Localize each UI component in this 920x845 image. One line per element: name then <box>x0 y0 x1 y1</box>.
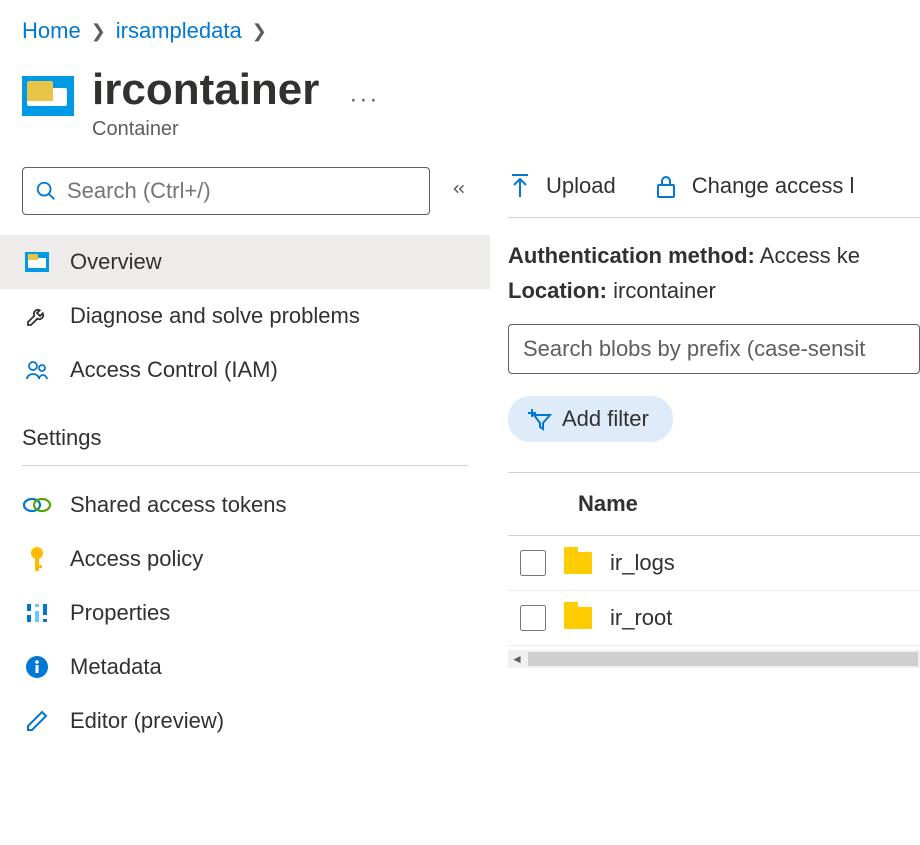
page-subtitle: Container <box>92 118 319 141</box>
blob-search-input[interactable]: Search blobs by prefix (case-sensit <box>508 324 920 374</box>
nav-item-label: Properties <box>70 600 170 626</box>
breadcrumb: Home ❯ irsampledata ❯ <box>0 0 920 44</box>
nav-overview[interactable]: Overview <box>0 235 490 289</box>
link-icon <box>22 495 52 515</box>
chevron-right-icon: ❯ <box>252 21 267 42</box>
table-row[interactable]: ir_root <box>508 591 920 646</box>
auth-method-label: Authentication method: <box>508 243 755 268</box>
change-access-button[interactable]: Change access l <box>654 173 855 199</box>
pencil-icon <box>22 709 52 733</box>
search-input[interactable] <box>67 178 417 204</box>
upload-icon <box>508 173 532 199</box>
container-icon <box>22 76 74 116</box>
tool-label: Change access l <box>692 173 855 199</box>
more-menu-icon[interactable]: ··· <box>349 86 379 114</box>
page-title: ircontainer <box>92 68 319 112</box>
add-filter-button[interactable]: Add filter <box>508 396 673 442</box>
info-block: Authentication method: Access ke Locatio… <box>508 238 920 308</box>
chevron-right-icon: ❯ <box>91 21 106 42</box>
location-value: ircontainer <box>607 278 716 303</box>
nav-properties[interactable]: Properties <box>22 586 468 640</box>
nav-diagnose[interactable]: Diagnose and solve problems <box>0 289 490 343</box>
page-header: ircontainer Container ··· <box>0 44 920 153</box>
auth-method-value: Access ke <box>755 243 860 268</box>
people-icon <box>22 358 52 382</box>
sidebar: Overview Diagnose and solve problems Acc… <box>0 153 490 762</box>
upload-button[interactable]: Upload <box>508 173 616 199</box>
horizontal-scrollbar[interactable]: ◄ <box>508 650 920 668</box>
scroll-track[interactable] <box>528 652 918 666</box>
nav-item-label: Overview <box>70 249 162 275</box>
lock-icon <box>654 173 678 199</box>
folder-icon <box>564 607 592 629</box>
nav-item-label: Access Control (IAM) <box>70 357 278 383</box>
search-icon <box>35 180 57 202</box>
overview-icon <box>22 252 52 272</box>
nav-item-label: Diagnose and solve problems <box>70 303 360 329</box>
nav-item-label: Editor (preview) <box>70 708 224 734</box>
add-filter-label: Add filter <box>562 406 649 432</box>
table-row[interactable]: ir_logs <box>508 536 920 591</box>
wrench-icon <box>22 304 52 328</box>
folder-icon <box>564 552 592 574</box>
main-panel: Upload Change access l Authentication me… <box>490 153 920 762</box>
info-icon <box>22 655 52 679</box>
nav-access-policy[interactable]: Access policy <box>22 532 468 586</box>
location-label: Location: <box>508 278 607 303</box>
row-checkbox[interactable] <box>520 605 546 631</box>
nav-item-label: Access policy <box>70 546 203 572</box>
scroll-left-icon[interactable]: ◄ <box>508 652 526 666</box>
key-icon <box>22 546 52 572</box>
row-checkbox[interactable] <box>520 550 546 576</box>
search-box[interactable] <box>22 167 430 215</box>
collapse-sidebar-icon[interactable] <box>450 180 468 203</box>
blob-name: ir_logs <box>610 550 675 576</box>
nav-shared-tokens[interactable]: Shared access tokens <box>22 478 468 532</box>
nav-item-label: Metadata <box>70 654 162 680</box>
breadcrumb-parent-link[interactable]: irsampledata <box>116 18 242 44</box>
properties-icon <box>22 601 52 625</box>
settings-section-title: Settings <box>22 425 468 466</box>
blob-name: ir_root <box>610 605 672 631</box>
tool-label: Upload <box>546 173 616 199</box>
toolbar: Upload Change access l <box>508 173 920 218</box>
nav-item-label: Shared access tokens <box>70 492 286 518</box>
breadcrumb-home-link[interactable]: Home <box>22 18 81 44</box>
nav-metadata[interactable]: Metadata <box>22 640 468 694</box>
column-header-name[interactable]: Name <box>508 472 920 536</box>
nav-iam[interactable]: Access Control (IAM) <box>0 343 490 397</box>
nav-editor[interactable]: Editor (preview) <box>22 694 468 748</box>
filter-icon <box>526 407 552 431</box>
